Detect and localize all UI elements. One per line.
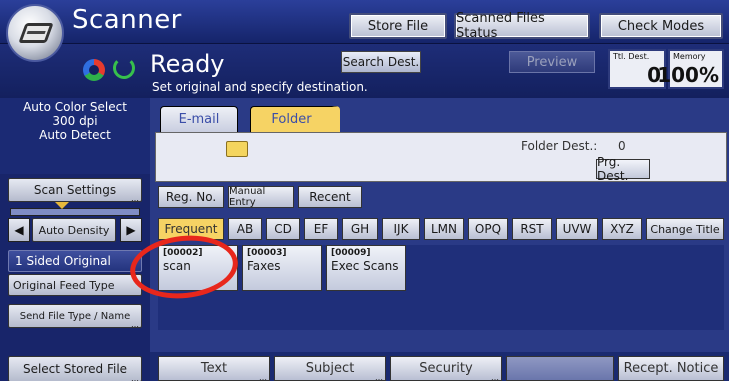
destination-exec-scans[interactable]: [00009] Exec Scans	[326, 245, 406, 291]
subject-button[interactable]: Subject	[274, 356, 386, 381]
memory-label: Memory	[673, 52, 706, 61]
text-button[interactable]: Text	[158, 356, 270, 381]
scan-settings-summary: Auto Color Select 300 dpi Auto Detect	[0, 98, 150, 174]
auto-density-button[interactable]: Auto Density	[32, 218, 116, 242]
density-increase-button[interactable]: ▶	[120, 218, 142, 242]
store-file-button[interactable]: Store File	[349, 13, 447, 39]
program-dest-button[interactable]: Prg. Dest.	[596, 155, 650, 183]
index-opq[interactable]: OPQ	[468, 218, 508, 240]
original-feed-type-button[interactable]: Original Feed Type	[8, 274, 142, 296]
top-bar: Scanner Store File Scanned Files Status …	[0, 0, 729, 44]
manual-entry-button[interactable]: Manual Entry	[228, 186, 294, 208]
index-gh[interactable]: GH	[342, 218, 378, 240]
total-dest-label: Ttl. Dest.	[613, 52, 650, 61]
folder-dest-label: Folder Dest.:	[521, 139, 598, 153]
send-file-type-button[interactable]: Send File Type / Name	[8, 304, 142, 329]
destination-number: [00009]	[331, 248, 371, 258]
ready-ring-icon	[113, 57, 135, 79]
tab-folder[interactable]: Folder	[250, 106, 340, 132]
memory-value: 100%	[657, 63, 719, 87]
destination-faxes[interactable]: [00003] Faxes	[242, 245, 322, 291]
instruction-text: Set original and specify destination.	[152, 80, 368, 94]
check-modes-button[interactable]: Check Modes	[599, 13, 723, 39]
disabled-option-button	[506, 356, 614, 381]
sided-original-button[interactable]: 1 Sided Original	[8, 250, 142, 272]
scan-settings-button[interactable]: Scan Settings	[8, 178, 142, 203]
status-row: Ready Set original and specify destinati…	[0, 44, 729, 98]
destination-list: [00002] scan [00003] Faxes [00009] Exec …	[158, 245, 724, 330]
index-ab[interactable]: AB	[228, 218, 262, 240]
summary-color: Auto Color Select	[23, 100, 127, 114]
destination-name: Faxes	[247, 259, 281, 273]
memory-counter: Memory 100%	[657, 49, 724, 89]
scanned-files-status-button[interactable]: Scanned Files Status	[454, 11, 590, 41]
index-lmn[interactable]: LMN	[424, 218, 464, 240]
destination-name: Exec Scans	[331, 259, 399, 273]
search-dest-button[interactable]: Search Dest.	[341, 51, 421, 73]
index-ijk[interactable]: IJK	[382, 218, 420, 240]
folder-destination-panel: Folder Dest.: 0 Prg. Dest.	[155, 132, 727, 183]
app-title: Scanner	[72, 5, 182, 35]
settings-sidebar: Auto Color Select 300 dpi Auto Detect Sc…	[0, 98, 150, 381]
index-rst[interactable]: RST	[512, 218, 552, 240]
scanner-screen: Scanner Store File Scanned Files Status …	[0, 0, 729, 381]
summary-detect: Auto Detect	[39, 128, 111, 142]
destination-panel: E-mail Folder Folder Dest.: 0 Prg. Dest.…	[150, 98, 729, 381]
summary-resolution: 300 dpi	[52, 114, 98, 128]
density-marker-icon	[55, 202, 69, 209]
ready-status-text: Ready	[150, 50, 225, 78]
bottom-options-row: Text Subject Security Recept. Notice	[150, 352, 729, 381]
index-xyz[interactable]: XYZ	[602, 218, 642, 240]
scanner-icon	[18, 23, 54, 43]
change-title-button[interactable]: Change Title	[646, 218, 724, 240]
folder-dest-value: 0	[618, 139, 626, 153]
tab-email[interactable]: E-mail	[160, 106, 238, 132]
scanner-app-icon	[6, 4, 64, 62]
index-ef[interactable]: EF	[304, 218, 338, 240]
density-level-bar	[10, 202, 140, 216]
index-cd[interactable]: CD	[266, 218, 300, 240]
recept-notice-button[interactable]: Recept. Notice	[618, 356, 724, 381]
density-decrease-button[interactable]: ◀	[8, 218, 30, 242]
reg-no-button[interactable]: Reg. No.	[158, 186, 224, 208]
recent-button[interactable]: Recent	[298, 186, 362, 208]
ready-status-icon	[83, 59, 105, 81]
preview-button[interactable]: Preview	[509, 51, 595, 73]
security-button[interactable]: Security	[390, 356, 502, 381]
select-stored-file-button[interactable]: Select Stored File	[8, 356, 142, 381]
folder-icon	[226, 141, 248, 157]
destination-number: [00003]	[247, 248, 287, 258]
index-uvw[interactable]: UVW	[556, 218, 598, 240]
